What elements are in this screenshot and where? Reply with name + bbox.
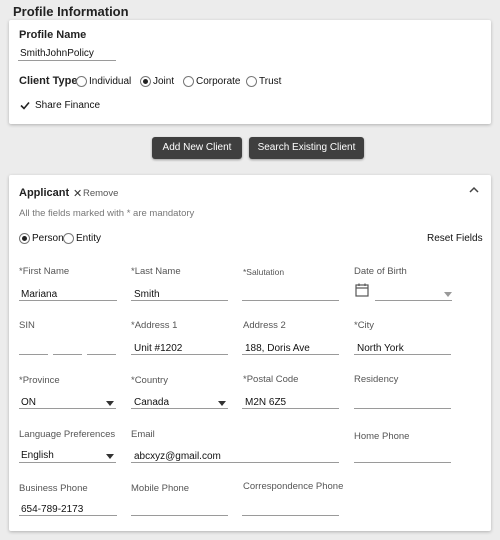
business-phone-label: Business Phone [19, 483, 88, 494]
address1-label: *Address 1 [131, 320, 178, 331]
language-underline [19, 462, 116, 463]
city-underline [354, 354, 451, 355]
sin-part-3-input[interactable] [87, 354, 116, 355]
profile-name-input[interactable]: SmithJohnPolicy [20, 48, 94, 59]
language-chevron-down-icon[interactable] [106, 454, 114, 459]
client-type-corporate-label: Corporate [196, 76, 241, 87]
remove-icon[interactable]: ✕ [73, 187, 82, 200]
address1-input[interactable]: Unit #1202 [134, 343, 182, 354]
province-label: *Province [19, 375, 60, 386]
postal-code-underline [242, 408, 339, 409]
address2-label: Address 2 [243, 320, 286, 331]
remove-link[interactable]: Remove [83, 188, 118, 199]
mandatory-note: All the fields marked with * are mandato… [19, 208, 195, 219]
country-underline [131, 408, 228, 409]
sin-part-2-input[interactable] [53, 354, 82, 355]
entity-person-radio[interactable] [19, 233, 30, 244]
client-type-corporate-radio[interactable] [183, 76, 194, 87]
profile-name-underline [18, 60, 116, 61]
client-type-joint-radio[interactable] [140, 76, 151, 87]
postal-code-input[interactable]: M2N 6Z5 [245, 397, 286, 408]
address2-input[interactable]: 188, Doris Ave [245, 343, 310, 354]
email-input[interactable]: abcxyz@gmail.com [134, 451, 221, 462]
first-name-input[interactable]: Mariana [21, 289, 57, 300]
last-name-label: *Last Name [131, 266, 181, 277]
residency-label: Residency [354, 374, 399, 385]
add-new-client-button[interactable]: Add New Client [152, 137, 242, 159]
home-phone-label: Home Phone [354, 431, 410, 442]
dob-chevron-down-icon[interactable] [444, 292, 452, 297]
business-phone-input[interactable]: 654-789-2173 [21, 504, 83, 515]
sin-part-1-input[interactable] [19, 354, 48, 355]
first-name-underline [19, 300, 117, 301]
country-select[interactable]: Canada [134, 397, 169, 408]
language-select[interactable]: English [21, 450, 54, 461]
salutation-label: *Salutation [243, 267, 285, 277]
postal-code-label: *Postal Code [243, 374, 299, 385]
home-phone-underline [354, 462, 451, 463]
client-type-trust-label: Trust [259, 76, 282, 87]
applicant-title: Applicant [19, 187, 70, 199]
profile-card: Profile Name SmithJohnPolicy Client Type… [9, 20, 491, 124]
salutation-underline [242, 300, 339, 301]
residency-underline [354, 408, 451, 409]
profile-name-label: Profile Name [19, 29, 87, 41]
country-chevron-down-icon[interactable] [218, 401, 226, 406]
entity-entity-radio[interactable] [63, 233, 74, 244]
province-select[interactable]: ON [21, 397, 36, 408]
first-name-label: *First Name [19, 266, 70, 277]
share-finance-checkbox[interactable] [20, 101, 30, 110]
client-type-individual-label: Individual [89, 76, 132, 87]
entity-entity-label: Entity [76, 233, 102, 244]
email-label: Email [131, 429, 155, 440]
business-phone-underline [19, 515, 117, 516]
correspondence-phone-label: Correspondence Phone [243, 481, 344, 492]
province-underline [19, 408, 116, 409]
last-name-input[interactable]: Smith [134, 289, 160, 300]
client-type-individual-radio[interactable] [76, 76, 87, 87]
email-underline [131, 462, 339, 463]
calendar-icon[interactable] [355, 283, 369, 297]
chevron-up-icon[interactable] [469, 186, 479, 193]
last-name-underline [131, 300, 228, 301]
reset-fields-link[interactable]: Reset Fields [427, 233, 483, 244]
city-label: *City [354, 320, 375, 331]
dob-underline [375, 300, 452, 301]
sin-label: SIN [19, 320, 35, 331]
search-existing-client-button[interactable]: Search Existing Client [249, 137, 364, 159]
country-label: *Country [131, 375, 168, 386]
client-type-label: Client Type: [19, 75, 82, 87]
address1-underline [131, 354, 228, 355]
city-input[interactable]: North York [357, 343, 404, 354]
province-chevron-down-icon[interactable] [106, 401, 114, 406]
client-type-trust-radio[interactable] [246, 76, 257, 87]
correspondence-phone-underline [242, 515, 339, 516]
mobile-phone-label: Mobile Phone [131, 483, 190, 494]
dob-label: Date of Birth [354, 266, 407, 277]
section-title: Profile Information [13, 4, 129, 19]
language-label: Language Preferences [19, 429, 116, 440]
mobile-phone-underline [131, 515, 228, 516]
entity-person-label: Person [32, 233, 64, 244]
client-type-joint-label: Joint [153, 76, 175, 87]
share-finance-label: Share Finance [35, 100, 101, 111]
address2-underline [242, 354, 339, 355]
applicant-card: Applicant ✕ Remove All the fields marked… [9, 175, 491, 531]
